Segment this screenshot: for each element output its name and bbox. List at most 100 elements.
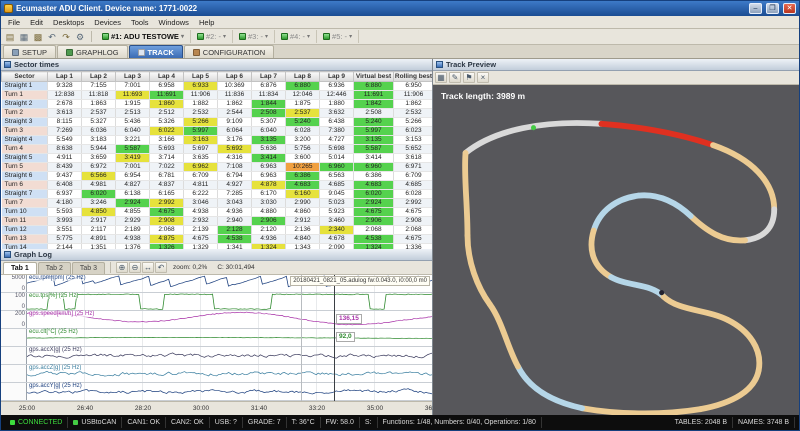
new-desktop-icon[interactable]: ▤ [3, 30, 17, 43]
maximize-button[interactable]: ❐ [766, 3, 779, 14]
status-segment-text: NAMES: 3748 B [738, 419, 789, 426]
y-max-label: 200 [15, 311, 25, 317]
sector-time-cell: 4:538 [218, 235, 252, 244]
device-slot-2[interactable]: #2: -▾ [191, 30, 233, 43]
sector-time-cell: 2:128 [218, 226, 252, 235]
close-button[interactable]: ✕ [783, 3, 796, 14]
y-axis-gutter [1, 365, 27, 382]
sector-name-cell: Turn 10 [2, 208, 48, 217]
sector-name-cell: Turn 7 [2, 199, 48, 208]
graph-band-3[interactable]: ecu.clt[°C] (25 Hz)92,0 [1, 329, 432, 347]
sector-time-cell: 6:880 [354, 82, 394, 91]
cursor-a-line[interactable] [301, 275, 302, 401]
fit-width-icon[interactable]: ↔ [142, 262, 154, 273]
graph-tab-2[interactable]: Tab 2 [38, 262, 71, 274]
table-row[interactable]: Straight 38:1155:3275:4365:3265:2669:109… [2, 118, 433, 127]
tab-track[interactable]: TRACK [129, 45, 183, 58]
table-row[interactable]: Turn 37:2696:0366:0406:0225:9976:0646:04… [2, 127, 433, 136]
waveform-area: gps.accX[g] (25 Hz) [27, 347, 432, 364]
save-icon[interactable]: ▩ [31, 30, 45, 43]
undo-icon[interactable]: ↶ [45, 30, 59, 43]
device-slot-label: #1: ADU TESTOWE [111, 32, 179, 41]
sector-time-cell: 5:775 [48, 235, 82, 244]
cursor-b-line[interactable] [334, 275, 335, 401]
menu-item-windows[interactable]: Windows [154, 17, 194, 28]
menu-item-help[interactable]: Help [194, 17, 219, 28]
time-tick: 26:40 [77, 405, 93, 412]
sector-time-cell: 6:950 [394, 82, 433, 91]
time-tick: 28:20 [135, 405, 151, 412]
table-row[interactable]: Turn 74:1803:2462:9242:9923:0463:0433:03… [2, 199, 433, 208]
sector-time-cell: 3:221 [116, 136, 150, 145]
column-header-lap-4: Lap 4 [150, 72, 184, 82]
table-row[interactable]: Turn 66:4084:9814:8274:8374:8114:9274:87… [2, 181, 433, 190]
table-row[interactable]: Turn 58:4396:9727:0017:0226:9627:1086:96… [2, 163, 433, 172]
sector-time-cell: 4:927 [218, 181, 252, 190]
zoom-in-icon[interactable]: ⊕ [116, 262, 128, 273]
table-row[interactable]: Turn 112:83811:81811:69311:69111:90611:8… [2, 91, 433, 100]
device-slot-3[interactable]: #3: -▾ [233, 30, 275, 43]
status-segment-6: T: 36°C [287, 417, 321, 428]
delete-icon[interactable]: × [477, 72, 489, 83]
flag-icon[interactable]: ⚑ [463, 72, 475, 83]
device-slot-1[interactable]: #1: ADU TESTOWE▾ [96, 30, 191, 43]
graph-band-4[interactable]: gps.accX[g] (25 Hz) [1, 347, 432, 365]
table-row[interactable]: Straight 45:5493:1833:2213:1663:1633:176… [2, 136, 433, 145]
graph-toolbar-icons: ⊕⊖↔↶ [116, 262, 167, 273]
table-row[interactable]: Straight 22:6781:8631:9151:8601:8821:862… [2, 100, 433, 109]
graph-band-2[interactable]: 2000gps.speed[km/h] (25 Hz)136,15 [1, 311, 432, 329]
main-content: Sector times SectorLap 1Lap 2Lap 3Lap 4L… [1, 59, 799, 415]
sector-time-cell: 5:756 [286, 145, 320, 154]
table-row[interactable]: Turn 23:6132:5372:5132:5122:5322:5442:50… [2, 109, 433, 118]
graph-band-5[interactable]: gps.accZ[g] (25 Hz) [1, 365, 432, 383]
graph-tab-3[interactable]: Tab 3 [72, 262, 105, 274]
device-slot-5[interactable]: #5: -▾ [317, 30, 359, 43]
sector-time-cell: 6:960 [354, 163, 394, 172]
menu-item-tools[interactable]: Tools [126, 17, 154, 28]
graph-plot[interactable]: 50000ecu.rpm[rpm] (25 Hz)1000ecu.tps[%] … [1, 275, 432, 401]
redo-icon[interactable]: ↷ [59, 30, 73, 43]
graph-band-1[interactable]: 1000ecu.tps[%] (25 Hz) [1, 293, 432, 311]
edit-track-icon[interactable]: ✎ [449, 72, 461, 83]
menu-item-devices[interactable]: Devices [89, 17, 126, 28]
settings-icon[interactable]: ⚙ [73, 30, 87, 43]
sector-time-cell: 1:862 [218, 100, 252, 109]
graph-band-6[interactable]: gps.accY[g] (25 Hz) [1, 383, 432, 401]
table-row[interactable]: Turn 48:6385:9445:5875:6935:6975:6925:63… [2, 145, 433, 154]
open-icon[interactable]: ▦ [17, 30, 31, 43]
sector-time-cell: 2:537 [286, 109, 320, 118]
sector-time-cell: 8:638 [48, 145, 82, 154]
sector-time-cell: 5:436 [116, 118, 150, 127]
track-canvas[interactable]: Track length: 3989 m [433, 85, 799, 415]
table-row[interactable]: Straight 76:9376:0206:1386:1656:2227:285… [2, 190, 433, 199]
save-track-icon[interactable]: ▦ [435, 72, 447, 83]
table-row[interactable]: Turn 105:5934:8504:8554:6754:9384:9364:8… [2, 208, 433, 217]
graph-tab-1[interactable]: Tab 1 [3, 262, 37, 274]
sector-time-cell: 2:537 [82, 109, 116, 118]
waveform [27, 329, 432, 346]
track-segment-braking [601, 124, 713, 145]
table-row[interactable]: Turn 123:5512:1172:1892:0682:1392:1282:1… [2, 226, 433, 235]
table-row[interactable]: Straight 19:3287:1557:0016:9586:93310:36… [2, 82, 433, 91]
tab-setup[interactable]: SETUP [3, 45, 56, 58]
sector-name-cell: Straight 1 [2, 82, 48, 91]
sector-time-cell: 2:906 [252, 217, 286, 226]
status-left-group: CONNECTEDUSBtoCANCAN1: OKCAN2: OKUSB: ?G… [5, 417, 542, 428]
table-row[interactable]: Straight 54:9113:6593:4193:7143:6354:316… [2, 154, 433, 163]
tab-graphlog[interactable]: GRAPHLOG [57, 45, 128, 58]
tab-configuration[interactable]: CONFIGURATION [184, 45, 274, 58]
zoom-out-icon[interactable]: ⊖ [129, 262, 141, 273]
table-row[interactable]: Turn 135:7754:8914:9384:8754:6754:5384:9… [2, 235, 433, 244]
table-row[interactable]: Straight 69:4376:5666:9546:7816:7096:794… [2, 172, 433, 181]
sector-time-cell: 6:962 [184, 163, 218, 172]
device-led-icon [197, 33, 204, 40]
minimize-button[interactable]: – [749, 3, 762, 14]
sector-time-cell: 4:855 [116, 208, 150, 217]
left-pane: Sector times SectorLap 1Lap 2Lap 3Lap 4L… [1, 59, 433, 415]
undo-zoom-icon[interactable]: ↶ [155, 262, 167, 273]
table-row[interactable]: Turn 113:9932:9172:9292:9082:9322:9402:9… [2, 217, 433, 226]
menu-item-desktops[interactable]: Desktops [48, 17, 89, 28]
menu-item-edit[interactable]: Edit [25, 17, 48, 28]
device-slot-4[interactable]: #4: -▾ [275, 30, 317, 43]
menu-item-file[interactable]: File [3, 17, 25, 28]
